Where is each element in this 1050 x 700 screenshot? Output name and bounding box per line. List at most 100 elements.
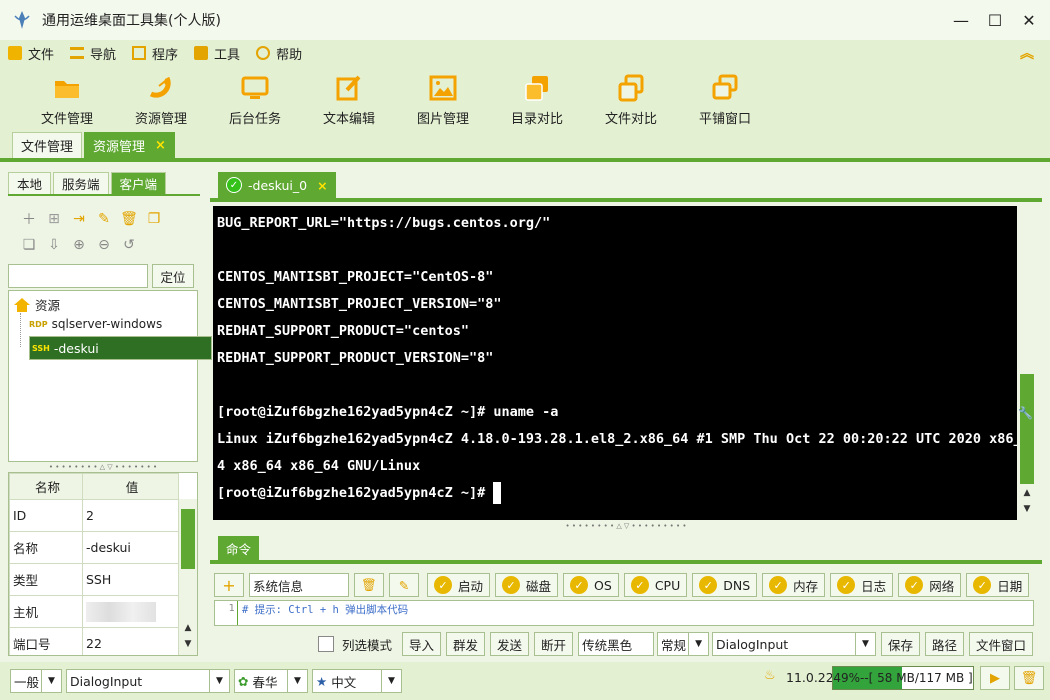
save-button[interactable]: 保存 bbox=[880, 632, 920, 656]
login-icon[interactable]: ⇥ bbox=[70, 210, 88, 228]
table-row[interactable]: 端口号 22 bbox=[9, 627, 179, 655]
status-font-select[interactable]: DialogInput ▼ bbox=[66, 669, 230, 693]
path-button[interactable]: 路径 bbox=[925, 632, 965, 656]
toolbar-file-compare[interactable]: 文件对比 bbox=[584, 66, 678, 130]
memory-indicator[interactable]: 49%--[ 58 MB/117 MB ] bbox=[832, 666, 974, 690]
subtab-server[interactable]: 服务端 bbox=[53, 172, 109, 194]
collapse-toolbar-icon[interactable]: ︽ bbox=[1020, 43, 1034, 63]
edit-command-button[interactable]: ✎ bbox=[389, 573, 419, 597]
add-command-button[interactable]: + bbox=[214, 573, 244, 597]
left-splitter[interactable]: • • • • • • • • △ ▽ • • • • • • • bbox=[8, 464, 198, 471]
scroll-up-icon[interactable]: ▲ bbox=[181, 623, 195, 637]
add-icon[interactable]: ＋ bbox=[20, 210, 38, 228]
terminal-line: REDHAT_SUPPORT_PRODUCT_VERSION="8" bbox=[217, 350, 494, 366]
edit-icon[interactable]: ✎ bbox=[95, 210, 113, 228]
toolbar-resource-manager[interactable]: 资源管理 bbox=[114, 66, 208, 130]
tab-resource-manager[interactable]: 资源管理 × bbox=[84, 132, 175, 158]
panel-divider[interactable] bbox=[200, 166, 210, 662]
scroll-down-icon[interactable]: ▼ bbox=[181, 639, 195, 653]
tab-close-icon[interactable]: × bbox=[155, 138, 166, 153]
delete-command-button[interactable]: 🗑 bbox=[354, 573, 384, 597]
locate-input[interactable] bbox=[8, 264, 148, 288]
quick-cpu-button[interactable]: ✓ CPU bbox=[623, 573, 688, 597]
maximize-icon[interactable]: ☐ bbox=[978, 0, 1012, 40]
tab-terminal-session[interactable]: ✓ -deskui_0 × bbox=[218, 172, 336, 198]
tree-node-rdp[interactable]: RDP sqlserver-windows bbox=[29, 317, 162, 331]
connected-icon: ✓ bbox=[226, 177, 242, 193]
check-icon: ✓ bbox=[502, 576, 521, 594]
table-row[interactable]: 主机 bbox=[9, 595, 179, 628]
quick-start-button[interactable]: ✓ 启动 bbox=[427, 573, 491, 597]
export-icon[interactable]: ⊖ bbox=[95, 236, 113, 254]
send-button[interactable]: 发送 bbox=[490, 632, 530, 656]
wrench-icon[interactable]: 🔧 bbox=[1018, 406, 1033, 420]
quick-os-button[interactable]: ✓ OS bbox=[563, 573, 619, 597]
terminal-scrollbar[interactable]: ▲ ▼ 🔧 bbox=[1018, 206, 1036, 520]
tab-close-icon[interactable]: × bbox=[317, 178, 327, 193]
scroll-up-icon[interactable]: ▲ bbox=[1020, 488, 1034, 502]
check-icon: ✓ bbox=[905, 576, 924, 594]
rdp-icon: RDP bbox=[29, 319, 48, 329]
broadcast-button[interactable]: 群发 bbox=[446, 632, 486, 656]
paste-icon[interactable]: ❏ bbox=[20, 236, 38, 254]
mode-select[interactable]: 常规 ▼ bbox=[657, 632, 710, 656]
minimize-icon[interactable]: — bbox=[944, 0, 978, 40]
add-folder-icon[interactable]: ⊞ bbox=[45, 210, 63, 228]
terminal-output[interactable]: BUG_REPORT_URL="https://bugs.centos.org/… bbox=[213, 206, 1017, 520]
level-select[interactable]: 一般 ▼ bbox=[10, 669, 62, 693]
tab-file-manager[interactable]: 文件管理 bbox=[12, 132, 83, 158]
command-category-input[interactable]: 系统信息 bbox=[249, 573, 349, 597]
terminal-line: BUG_REPORT_URL="https://bugs.centos.org/… bbox=[217, 215, 551, 231]
quick-disk-button[interactable]: ✓ 磁盘 bbox=[495, 573, 559, 597]
command-editor[interactable]: 1 # 提示: Ctrl + h 弹出脚本代码 bbox=[214, 600, 1034, 626]
terminal-line: CENTOS_MANTISBT_PROJECT_VERSION="8" bbox=[217, 296, 502, 312]
menu-tools[interactable]: 工具 bbox=[194, 44, 240, 63]
season-select[interactable]: ✿ 春华 ▼ bbox=[234, 669, 308, 693]
table-row[interactable]: ID 2 bbox=[9, 499, 179, 532]
quick-memory-button[interactable]: ✓ 内存 bbox=[762, 573, 826, 597]
font-select[interactable]: DialogInput ▼ bbox=[712, 632, 876, 656]
tree-node-ssh[interactable]: SSH -deskui bbox=[29, 336, 212, 360]
file-window-button[interactable]: 文件窗口 bbox=[969, 632, 1034, 656]
scroll-thumb[interactable] bbox=[1020, 374, 1034, 484]
toolbar-dir-compare[interactable]: 目录对比 bbox=[490, 66, 584, 130]
theme-select[interactable]: 传统黑色 bbox=[578, 632, 655, 656]
toolbar-tile-window[interactable]: 平铺窗口 bbox=[678, 66, 772, 130]
tree-root[interactable]: 资源 bbox=[13, 295, 60, 314]
terminal-splitter[interactable]: • • • • • • • • △ ▽ • • • • • • • • • bbox=[210, 522, 1042, 530]
move-down-icon[interactable]: ⇩ bbox=[45, 236, 63, 254]
import-button[interactable]: 导入 bbox=[402, 632, 442, 656]
tab-command[interactable]: 命令 bbox=[218, 536, 260, 560]
subtab-local[interactable]: 本地 bbox=[8, 172, 52, 194]
locate-button[interactable]: 定位 bbox=[152, 264, 194, 288]
quick-dns-button[interactable]: ✓ DNS bbox=[692, 573, 758, 597]
menu-file[interactable]: 文件 bbox=[8, 44, 54, 63]
scroll-thumb[interactable] bbox=[181, 509, 195, 569]
quick-date-button[interactable]: ✓ 日期 bbox=[966, 573, 1030, 597]
menu-nav[interactable]: 导航 bbox=[70, 44, 116, 63]
close-icon[interactable]: ✕ bbox=[1012, 0, 1046, 40]
table-row[interactable]: 名称 -deskui bbox=[9, 531, 179, 564]
toolbar-text-editor[interactable]: 文本编辑 bbox=[302, 66, 396, 130]
trash-button[interactable]: 🗑 bbox=[1014, 666, 1044, 690]
quick-network-button[interactable]: ✓ 网络 bbox=[898, 573, 962, 597]
toolbar-file-manager[interactable]: 文件管理 bbox=[20, 66, 114, 130]
language-select[interactable]: ★ 中文 ▼ bbox=[312, 669, 402, 693]
menu-help[interactable]: 帮助 bbox=[256, 44, 302, 63]
toolbar-background-tasks[interactable]: 后台任务 bbox=[208, 66, 302, 130]
toolbar-image-manager[interactable]: 图片管理 bbox=[396, 66, 490, 130]
check-icon: ✓ bbox=[769, 576, 788, 594]
property-scrollbar[interactable]: ▲ ▼ bbox=[179, 499, 197, 655]
table-row[interactable]: 类型 SSH bbox=[9, 563, 179, 596]
refresh-icon[interactable]: ↺ bbox=[120, 236, 138, 254]
column-mode-checkbox[interactable] bbox=[318, 636, 334, 652]
quick-log-button[interactable]: ✓ 日志 bbox=[830, 573, 894, 597]
import-icon[interactable]: ⊕ bbox=[70, 236, 88, 254]
disconnect-button[interactable]: 断开 bbox=[534, 632, 574, 656]
run-button[interactable]: ▶ bbox=[980, 666, 1010, 690]
delete-icon[interactable]: 🗑 bbox=[120, 210, 138, 228]
scroll-down-icon[interactable]: ▼ bbox=[1020, 504, 1034, 518]
subtab-client[interactable]: 客户端 bbox=[110, 172, 167, 194]
copy-icon[interactable]: ❐ bbox=[145, 210, 163, 228]
menu-program[interactable]: 程序 bbox=[132, 44, 178, 63]
